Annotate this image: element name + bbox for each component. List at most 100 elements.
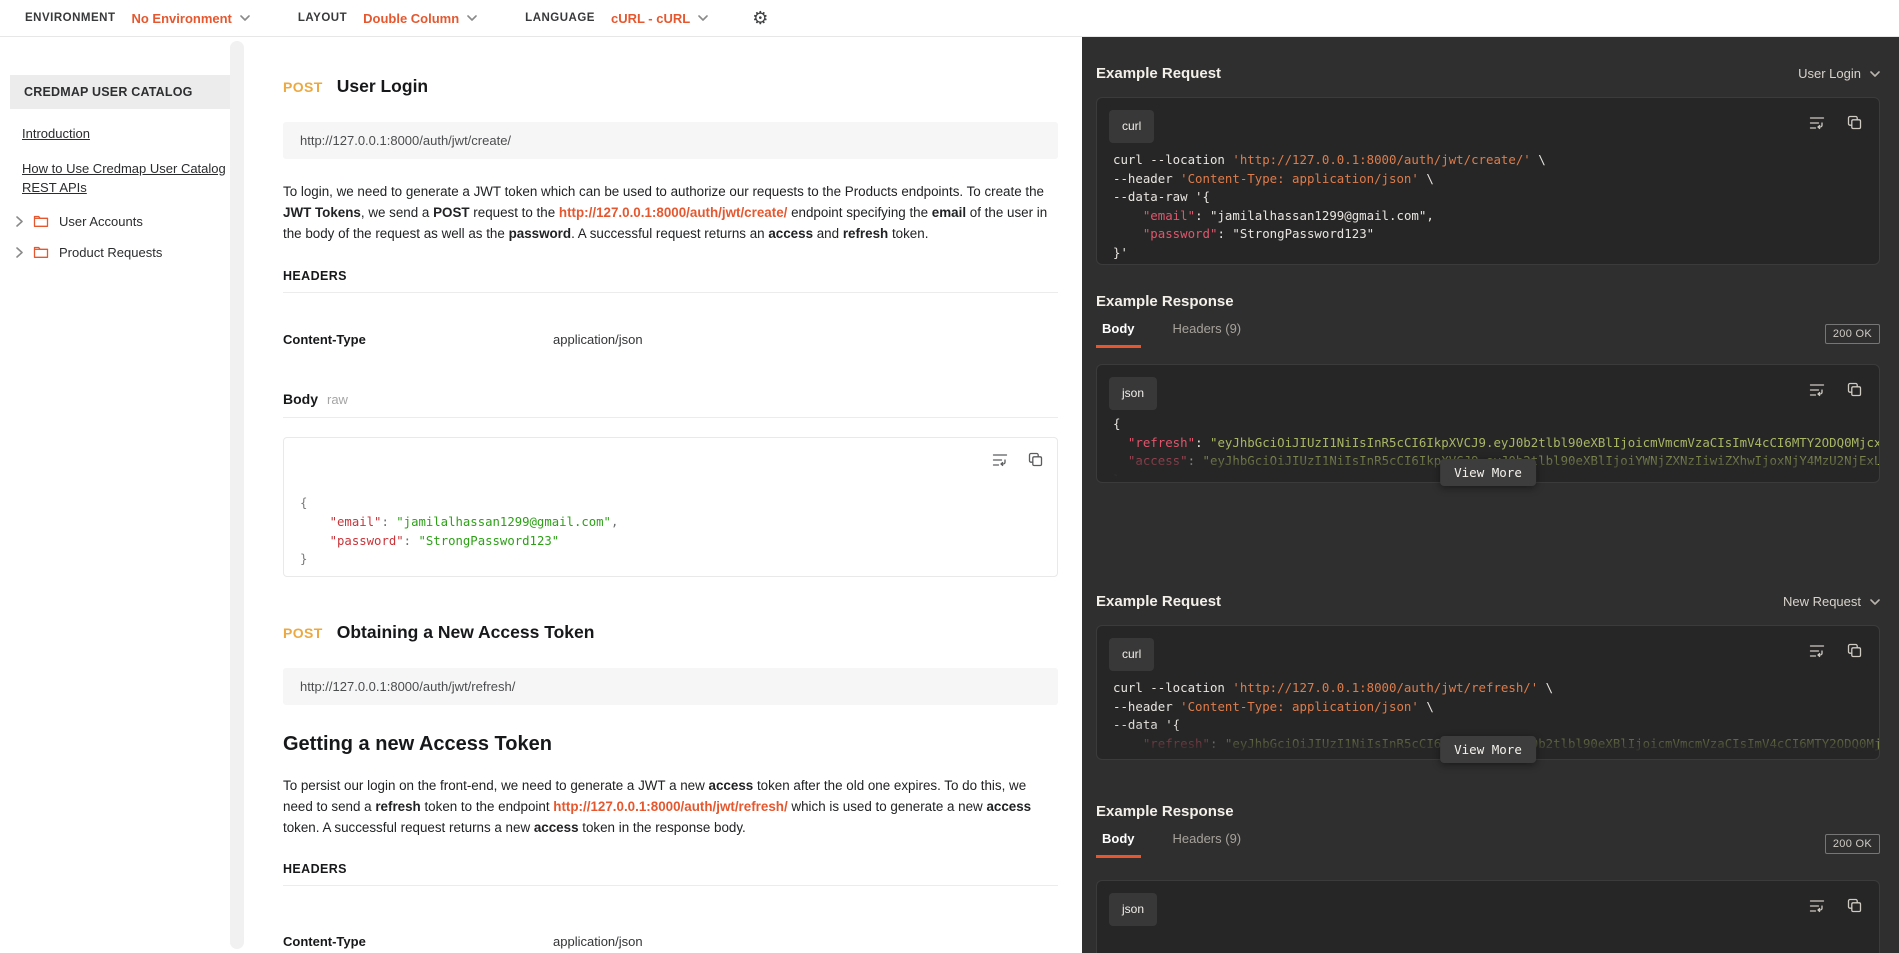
copy-button[interactable] <box>1847 115 1862 131</box>
status-badge: 200 OK <box>1825 324 1880 344</box>
copy-icon <box>1847 382 1862 397</box>
wrap-text-button[interactable] <box>1809 643 1825 659</box>
environment-label: ENVIRONMENT <box>25 12 115 24</box>
view-more-button[interactable]: View More <box>1440 459 1536 486</box>
folder-icon <box>33 214 49 228</box>
body-label: Body <box>283 391 318 407</box>
layout-value: Double Column <box>363 11 459 26</box>
curl-request-code[interactable]: curl --location 'http://127.0.0.1:8000/a… <box>1097 98 1879 264</box>
copy-icon <box>1847 643 1862 658</box>
example-request-1-header: Example Request User Login <box>1096 65 1880 82</box>
chevron-down-icon <box>467 15 477 21</box>
request-body-code-block: { "email": "jamilalhassan1299@gmail.com"… <box>283 437 1058 577</box>
wrap-text-button[interactable] <box>992 452 1008 468</box>
tab-headers[interactable]: Headers (9) <box>1167 830 1248 858</box>
settings-button[interactable]: ⚙ <box>752 9 768 27</box>
copy-button[interactable] <box>1847 643 1862 659</box>
layout-selector[interactable]: Double Column <box>363 11 477 26</box>
method-badge-post: POST <box>283 79 323 95</box>
endpoint-user-login: POST User Login <box>283 76 1058 97</box>
body-mode-raw: raw <box>327 392 348 407</box>
layout-label: LAYOUT <box>298 12 347 24</box>
sidebar-item-label: Product Requests <box>59 245 162 260</box>
language-chip: curl <box>1109 110 1154 143</box>
example-response-1-header: Example Response <box>1096 293 1880 310</box>
headers-section-label: HEADERS <box>283 862 1058 886</box>
sidebar: CREDMAP USER CATALOG Introduction How to… <box>0 37 260 953</box>
header-name: Content-Type <box>283 332 553 347</box>
example-request-2-header: Example Request New Request <box>1096 593 1880 610</box>
headers-section-label: HEADERS <box>283 269 1058 293</box>
header-value: application/json <box>553 332 643 347</box>
tab-body[interactable]: Body <box>1096 830 1141 858</box>
header-name: Content-Type <box>283 934 553 949</box>
chevron-right-icon <box>16 247 23 258</box>
curl-request-block-1: curl curl --location 'http://127.0.0.1:8… <box>1096 97 1880 265</box>
wrap-text-icon <box>1809 898 1825 914</box>
language-chip: json <box>1109 377 1157 410</box>
language-chip: json <box>1109 893 1157 926</box>
folder-icon <box>33 245 49 259</box>
response-tabs: Body Headers (9) 200 OK <box>1096 320 1880 349</box>
copy-button[interactable] <box>1028 452 1043 468</box>
sidebar-link-introduction[interactable]: Introduction <box>22 124 234 144</box>
chevron-down-icon <box>1870 599 1880 605</box>
language-chip: curl <box>1109 638 1154 671</box>
example-request-title: Example Request <box>1096 593 1221 610</box>
code-examples-panel: Example Request User Login curl curl --l… <box>1082 37 1899 953</box>
endpoint-url[interactable]: http://127.0.0.1:8000/auth/jwt/create/ <box>283 122 1058 159</box>
topbar: ENVIRONMENT No Environment LAYOUT Double… <box>0 0 1899 37</box>
curl-request-block-2: curl curl --location 'http://127.0.0.1:8… <box>1096 625 1880 760</box>
sidebar-catalog-title[interactable]: CREDMAP USER CATALOG <box>10 75 238 109</box>
language-selector[interactable]: cURL - cURL <box>611 11 708 26</box>
wrap-text-icon <box>1809 643 1825 659</box>
request-body-code[interactable]: { "email": "jamilalhassan1299@gmail.com"… <box>300 494 1041 568</box>
wrap-text-button[interactable] <box>1809 898 1825 914</box>
wrap-text-icon <box>992 452 1008 468</box>
copy-icon <box>1847 898 1862 913</box>
chevron-down-icon <box>1870 71 1880 77</box>
sidebar-item-user-accounts[interactable]: User Accounts <box>16 214 260 229</box>
example-response-title: Example Response <box>1096 293 1234 310</box>
wrap-text-icon <box>1809 382 1825 398</box>
chevron-down-icon <box>240 15 250 21</box>
wrap-text-button[interactable] <box>1809 382 1825 398</box>
endpoint-obtain-access-token: POST Obtaining a New Access Token <box>283 622 1058 643</box>
endpoint-url[interactable]: http://127.0.0.1:8000/auth/jwt/refresh/ <box>283 668 1058 705</box>
language-label: LANGUAGE <box>525 12 595 24</box>
example-request-title: Example Request <box>1096 65 1221 82</box>
sidebar-scrollbar[interactable] <box>230 41 244 949</box>
endpoint-description: To login, we need to generate a JWT toke… <box>283 182 1058 244</box>
selected-request: New Request <box>1783 594 1861 609</box>
response-tabs: Body Headers (9) 200 OK <box>1096 830 1880 859</box>
selected-request: User Login <box>1798 66 1861 81</box>
sidebar-item-label: User Accounts <box>59 214 143 229</box>
sidebar-link-how-to-use[interactable]: How to Use Credmap User Catalog REST API… <box>22 159 234 198</box>
copy-button[interactable] <box>1847 382 1862 398</box>
status-badge: 200 OK <box>1825 834 1880 854</box>
chevron-right-icon <box>16 216 23 227</box>
endpoint-title: User Login <box>337 76 428 97</box>
example-response-title: Example Response <box>1096 803 1234 820</box>
sidebar-item-product-requests[interactable]: Product Requests <box>16 245 260 260</box>
view-more-button[interactable]: View More <box>1440 736 1536 763</box>
subsection-heading: Getting a new Access Token <box>283 733 1058 756</box>
example-request-selector[interactable]: User Login <box>1798 66 1880 81</box>
wrap-text-button[interactable] <box>1809 115 1825 131</box>
tab-headers[interactable]: Headers (9) <box>1167 320 1248 348</box>
environment-selector[interactable]: No Environment <box>131 11 249 26</box>
header-row: Content-Type application/json <box>283 332 1058 347</box>
endpoint-description: To persist our login on the front-end, w… <box>283 776 1058 838</box>
copy-button[interactable] <box>1847 898 1862 914</box>
json-response-block-1: json { "refresh": "eyJhbGciOiJIUzI1NiIsI… <box>1096 364 1880 483</box>
tab-body[interactable]: Body <box>1096 320 1141 348</box>
json-response-block-2: json <box>1096 880 1880 953</box>
endpoint-title: Obtaining a New Access Token <box>337 622 595 643</box>
example-response-2-header: Example Response <box>1096 803 1880 820</box>
example-request-selector[interactable]: New Request <box>1783 594 1880 609</box>
method-badge-post: POST <box>283 625 323 641</box>
chevron-down-icon <box>698 15 708 21</box>
language-value: cURL - cURL <box>611 11 690 26</box>
documentation-column: POST User Login http://127.0.0.1:8000/au… <box>262 37 1082 953</box>
body-section-label: Body raw <box>283 391 1058 418</box>
